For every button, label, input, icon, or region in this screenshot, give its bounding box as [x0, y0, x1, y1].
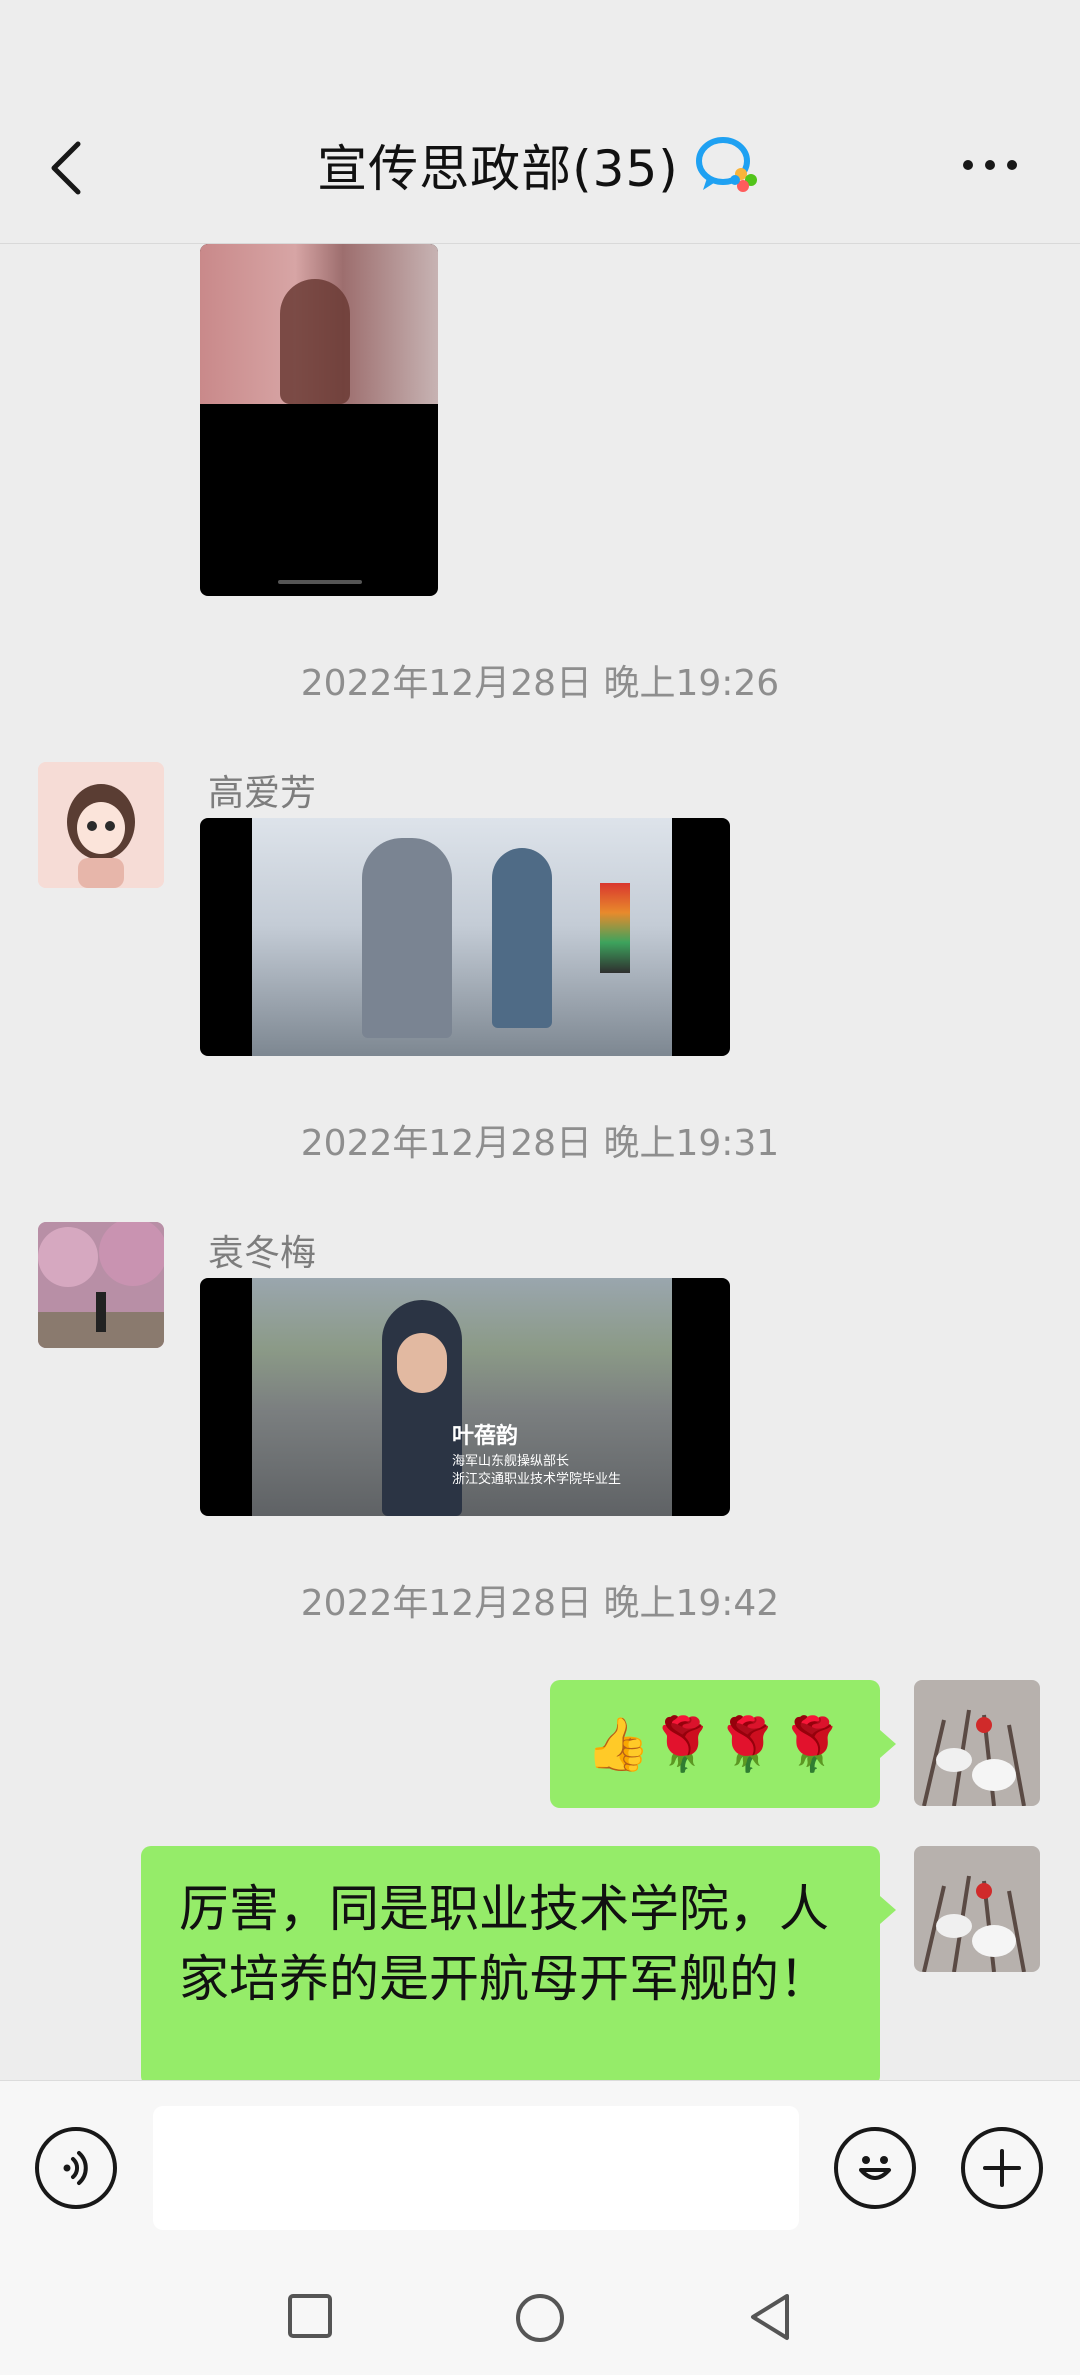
video-worker-figure	[362, 838, 452, 1038]
text-message: 厉害，同是职业技术学院，人家培养的是开航母开军舰的！	[179, 1880, 829, 2008]
system-back-button[interactable]	[744, 2290, 796, 2344]
video-message[interactable]	[200, 818, 730, 1056]
video-signal-light	[600, 883, 630, 973]
video-message[interactable]	[200, 244, 438, 596]
video-progress-bar	[278, 580, 362, 584]
video-caption-line: 海军山东舰操纵部长	[452, 1454, 570, 1469]
message-bubble[interactable]: 👍🌹🌹🌹	[550, 1680, 880, 1808]
avatar-photo-icon	[38, 1222, 164, 1348]
sender-name: 高爱芳	[208, 773, 317, 814]
bubble-tail	[880, 1896, 896, 1924]
avatar[interactable]	[914, 1846, 1040, 1972]
emoji-icon	[859, 2156, 891, 2180]
timestamp: 2022年12月28日 晚上19:31	[300, 1123, 780, 1164]
avatar-snow-rose-icon	[914, 1680, 1040, 1806]
message-input[interactable]	[153, 2106, 799, 2230]
emoji-button[interactable]	[834, 2127, 916, 2209]
video-person-figure	[280, 279, 350, 404]
video-frame: 叶蓓韵 海军山东舰操纵部长 浙江交通职业技术学院毕业生	[252, 1278, 672, 1516]
avatar[interactable]	[914, 1680, 1040, 1806]
sender-name: 袁冬梅	[208, 1233, 317, 1274]
voice-icon	[63, 2151, 88, 2185]
avatar[interactable]	[38, 1222, 164, 1348]
avatar[interactable]	[38, 762, 164, 888]
group-chat-icon	[695, 137, 757, 192]
home-button[interactable]	[512, 2290, 568, 2346]
timestamp: 2022年12月28日 晚上19:26	[300, 663, 780, 704]
bubble-tail	[880, 1730, 896, 1758]
video-worker-figure	[492, 848, 552, 1028]
chat-header	[0, 0, 1080, 244]
recent-apps-button[interactable]	[284, 2290, 336, 2342]
title-area: 宣传思政部(35)	[0, 125, 1080, 205]
video-caption-line: 浙江交通职业技术学院毕业生	[452, 1472, 622, 1487]
message-bubble[interactable]: 厉害，同是职业技术学院，人家培养的是开航母开军舰的！	[141, 1846, 880, 2080]
avatar-cartoon-icon	[38, 762, 164, 888]
chat-area[interactable]: 2022年12月28日 晚上19:26 高爱芳 2022年12月28日 晚上19…	[0, 244, 1080, 2080]
plus-button[interactable]	[961, 2127, 1043, 2209]
avatar-snow-rose-icon	[914, 1846, 1040, 1972]
square-icon	[288, 2294, 332, 2338]
video-caption-name: 叶蓓韵	[452, 1423, 519, 1449]
triangle-back-icon	[751, 2294, 789, 2340]
timestamp: 2022年12月28日 晚上19:42	[300, 1583, 780, 1624]
video-frame	[252, 818, 672, 1056]
voice-button[interactable]	[35, 2127, 117, 2209]
emoji-message: 👍🌹🌹🌹	[585, 1714, 845, 1775]
video-message[interactable]: 叶蓓韵 海军山东舰操纵部长 浙江交通职业技术学院毕业生	[200, 1278, 730, 1516]
more-dots-icon	[963, 160, 1017, 170]
video-person-face	[397, 1333, 447, 1393]
page-title: 宣传思政部(35)	[317, 140, 679, 198]
more-button[interactable]	[950, 140, 1030, 190]
circle-icon	[516, 2294, 564, 2342]
plus-icon	[983, 2149, 1021, 2187]
